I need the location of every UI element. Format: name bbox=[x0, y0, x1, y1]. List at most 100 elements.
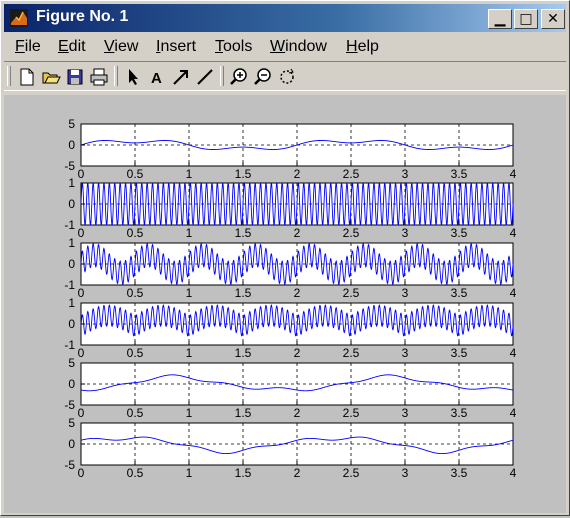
figure-window: Figure No. 1 ▁ □ ✕ File Edit View Insert… bbox=[0, 0, 570, 516]
y-tick-label: -5 bbox=[64, 159, 75, 173]
toolbar-separator bbox=[220, 66, 224, 86]
subplot-canvas: 50-50 0.5 1 1.5 2 2.5 3 3.5 410-10 0.5 1 1.5 2 2.5 3 3.… bbox=[64, 117, 516, 480]
matlab-logo-icon bbox=[10, 9, 28, 27]
subplot-1[interactable]: 50-50 0.5 1 1.5 2 2.5 3 3.5 4 bbox=[64, 117, 516, 181]
x-tick-label: 4 bbox=[510, 286, 517, 300]
save-icon[interactable] bbox=[64, 66, 86, 88]
menu-insert[interactable]: Insert bbox=[156, 38, 196, 56]
print-icon[interactable] bbox=[88, 66, 110, 88]
y-tick-label: 5 bbox=[68, 117, 75, 131]
y-tick-label: -1 bbox=[64, 278, 75, 292]
x-tick-label: 4 bbox=[510, 406, 517, 420]
x-tick-label: 1 bbox=[186, 406, 193, 420]
y-tick-label: -5 bbox=[64, 458, 75, 472]
y-tick-label: 0 bbox=[68, 138, 75, 152]
x-tick-label: 1 bbox=[186, 286, 193, 300]
close-button[interactable]: ✕ bbox=[541, 9, 565, 29]
x-tick-label: 0.5 bbox=[127, 466, 144, 480]
x-tick-label: 3 bbox=[402, 226, 409, 240]
x-tick-label: 2.5 bbox=[343, 286, 360, 300]
close-icon: ✕ bbox=[547, 11, 559, 27]
menu-edit[interactable]: Edit bbox=[58, 38, 86, 56]
x-tick-label: 2 bbox=[294, 346, 301, 360]
x-tick-label: 0 bbox=[78, 406, 85, 420]
x-tick-label: 0 bbox=[78, 226, 85, 240]
x-tick-label: 1.5 bbox=[235, 226, 252, 240]
x-tick-label: 2 bbox=[294, 466, 301, 480]
x-tick-label: 2.5 bbox=[343, 406, 360, 420]
toolbar-grip[interactable] bbox=[7, 66, 11, 86]
y-tick-label: 1 bbox=[68, 176, 75, 190]
x-tick-label: 3 bbox=[402, 346, 409, 360]
x-tick-label: 2.5 bbox=[343, 346, 360, 360]
subplot-4[interactable]: 10-10 0.5 1 1.5 2 2.5 3 3.5 4 bbox=[64, 296, 516, 360]
menu-file[interactable]: File bbox=[15, 38, 41, 56]
menu-bar: File Edit View Insert Tools Window Help bbox=[4, 35, 566, 59]
x-tick-label: 0 bbox=[78, 466, 85, 480]
x-tick-label: 2 bbox=[294, 286, 301, 300]
x-tick-label: 0.5 bbox=[127, 346, 144, 360]
x-tick-label: 1.5 bbox=[235, 286, 252, 300]
subplot-2[interactable]: 10-10 0.5 1 1.5 2 2.5 3 3.5 4 bbox=[64, 176, 516, 240]
minimize-button[interactable]: ▁ bbox=[488, 9, 512, 29]
subplot-5[interactable]: 50-50 0.5 1 1.5 2 2.5 3 3.5 4 bbox=[64, 356, 516, 420]
x-tick-label: 3.5 bbox=[451, 466, 468, 480]
x-tick-label: 2 bbox=[294, 167, 301, 181]
y-tick-label: 1 bbox=[68, 296, 75, 310]
select-arrow-icon[interactable] bbox=[122, 66, 144, 88]
menu-view[interactable]: View bbox=[104, 38, 138, 56]
minimize-icon: ▁ bbox=[494, 11, 506, 27]
x-tick-label: 0 bbox=[78, 286, 85, 300]
x-tick-label: 2.5 bbox=[343, 466, 360, 480]
y-tick-label: 0 bbox=[68, 197, 75, 211]
x-tick-label: 1 bbox=[186, 167, 193, 181]
menu-help[interactable]: Help bbox=[346, 38, 379, 56]
maximize-button[interactable]: □ bbox=[514, 9, 538, 29]
x-tick-label: 1 bbox=[186, 466, 193, 480]
subplot-3[interactable]: 10-10 0.5 1 1.5 2 2.5 3 3.5 4 bbox=[64, 236, 516, 300]
x-tick-label: 2 bbox=[294, 226, 301, 240]
x-tick-label: 0.5 bbox=[127, 406, 144, 420]
x-tick-label: 1.5 bbox=[235, 167, 252, 181]
svg-text:A: A bbox=[151, 70, 162, 87]
zoom-out-icon[interactable] bbox=[252, 66, 274, 88]
insert-line-icon[interactable] bbox=[194, 66, 216, 88]
y-tick-label: 0 bbox=[68, 257, 75, 271]
y-tick-label: 0 bbox=[68, 317, 75, 331]
x-tick-label: 0 bbox=[78, 346, 85, 360]
y-tick-label: -5 bbox=[64, 398, 75, 412]
x-tick-label: 3.5 bbox=[451, 167, 468, 181]
subplot-6[interactable]: 50-50 0.5 1 1.5 2 2.5 3 3.5 4 bbox=[64, 416, 516, 480]
title-bar[interactable]: Figure No. 1 ▁ □ ✕ bbox=[4, 4, 566, 32]
x-tick-label: 3 bbox=[402, 406, 409, 420]
new-file-icon[interactable] bbox=[16, 66, 38, 88]
y-tick-label: 5 bbox=[68, 416, 75, 430]
x-tick-label: 0.5 bbox=[127, 226, 144, 240]
menu-tools[interactable]: Tools bbox=[215, 38, 252, 56]
insert-text-icon[interactable]: A bbox=[146, 66, 168, 88]
x-tick-label: 2 bbox=[294, 406, 301, 420]
insert-arrow-icon[interactable] bbox=[170, 66, 192, 88]
x-tick-label: 3 bbox=[402, 466, 409, 480]
open-folder-icon[interactable] bbox=[40, 66, 62, 88]
x-tick-label: 2.5 bbox=[343, 226, 360, 240]
zoom-in-icon[interactable] bbox=[228, 66, 250, 88]
window-title: Figure No. 1 bbox=[36, 8, 129, 25]
x-tick-label: 3.5 bbox=[451, 346, 468, 360]
x-tick-label: 4 bbox=[510, 226, 517, 240]
x-tick-label: 1.5 bbox=[235, 406, 252, 420]
x-tick-label: 4 bbox=[510, 346, 517, 360]
menu-window[interactable]: Window bbox=[270, 38, 327, 56]
x-tick-label: 3.5 bbox=[451, 226, 468, 240]
x-tick-label: 1.5 bbox=[235, 346, 252, 360]
y-tick-label: -1 bbox=[64, 218, 75, 232]
x-tick-label: 4 bbox=[510, 167, 517, 181]
x-tick-label: 1 bbox=[186, 346, 193, 360]
figure-canvas[interactable]: 5 0 -5 0 0.5 1 1.5 2 2.5 3 3.5 4 1 0 -1 0 0.5 1 1.5 2 2.5 3 3.… bbox=[4, 95, 566, 513]
x-tick-label: 3.5 bbox=[451, 406, 468, 420]
toolbar: A bbox=[4, 61, 566, 91]
x-tick-label: 3 bbox=[402, 286, 409, 300]
x-tick-label: 1 bbox=[186, 226, 193, 240]
toolbar-separator bbox=[114, 66, 118, 86]
rotate-icon[interactable] bbox=[276, 66, 298, 88]
